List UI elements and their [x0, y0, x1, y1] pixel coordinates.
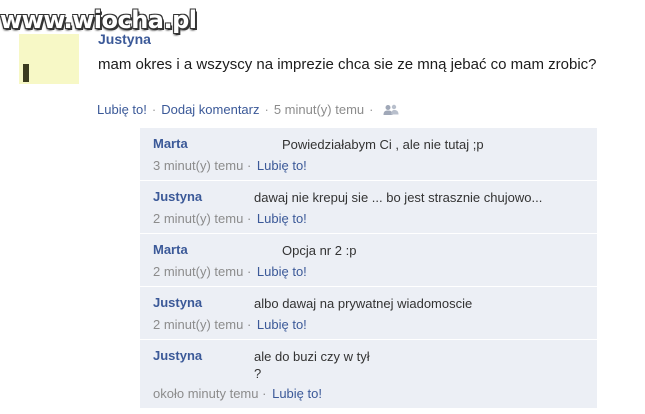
- separator: ·: [246, 158, 252, 173]
- comments-list: Marta Powiedziałabym Ci , ale nie tutaj …: [140, 128, 597, 408]
- people-icon[interactable]: [383, 104, 399, 116]
- comment-like-link[interactable]: Lubię to!: [272, 386, 322, 401]
- comment-like-link[interactable]: Lubię to!: [257, 264, 307, 279]
- add-comment-link[interactable]: Dodaj komentarz: [161, 102, 259, 117]
- comment-meta: 3 minut(y) temu · Lubię to!: [153, 158, 307, 173]
- comment-author[interactable]: Marta: [153, 136, 188, 151]
- comment-like-link[interactable]: Lubię to!: [257, 158, 307, 173]
- comment-text: Opcja nr 2 :p: [282, 243, 357, 258]
- comment-author[interactable]: Marta: [153, 242, 188, 257]
- comment-timestamp[interactable]: 2 minut(y) temu: [153, 264, 243, 279]
- separator: ·: [369, 102, 374, 117]
- comment-like-link[interactable]: Lubię to!: [257, 317, 307, 332]
- avatar[interactable]: [19, 34, 79, 84]
- comment-timestamp[interactable]: 3 minut(y) temu: [153, 158, 243, 173]
- separator: ·: [246, 211, 252, 226]
- comment: Justyna albo dawaj na prywatnej wiadomos…: [140, 287, 597, 340]
- comment-author[interactable]: Justyna: [153, 348, 202, 363]
- comment: Marta Powiedziałabym Ci , ale nie tutaj …: [140, 128, 597, 181]
- comment-like-link[interactable]: Lubię to!: [257, 211, 307, 226]
- post-text: mam okres i a wszyscy na imprezie chca s…: [98, 56, 597, 73]
- comment-text: albo dawaj na prywatnej wiadomoscie: [254, 296, 473, 311]
- comment-meta: 2 minut(y) temu · Lubię to!: [153, 317, 307, 332]
- comment-meta: 2 minut(y) temu · Lubię to!: [153, 211, 307, 226]
- comment-author[interactable]: Justyna: [153, 295, 202, 310]
- comment-text: ale do buzi czy w tył ?: [254, 349, 370, 381]
- comment-meta: 2 minut(y) temu · Lubię to!: [153, 264, 307, 279]
- comment: Justyna ale do buzi czy w tył ? około mi…: [140, 340, 597, 408]
- separator: ·: [264, 102, 269, 117]
- post-like-link[interactable]: Lubię to!: [97, 102, 147, 117]
- post-timestamp[interactable]: 5 minut(y) temu: [274, 102, 364, 117]
- separator: ·: [246, 317, 252, 332]
- comment-timestamp[interactable]: około minuty temu: [153, 386, 259, 401]
- watermark-logo: www.wiocha.pl: [0, 6, 197, 34]
- comment-meta: około minuty temu · Lubię to!: [153, 386, 322, 401]
- comment-text: Powiedziałabym Ci , ale nie tutaj ;p: [282, 137, 484, 152]
- comment-timestamp[interactable]: 2 minut(y) temu: [153, 317, 243, 332]
- comment-timestamp[interactable]: 2 minut(y) temu: [153, 211, 243, 226]
- avatar-mark: [23, 64, 29, 82]
- comment-text: dawaj nie krepuj sie ... bo jest straszn…: [254, 190, 543, 205]
- post-meta: Lubię to! · Dodaj komentarz · 5 minut(y)…: [97, 102, 399, 117]
- comment: Marta Opcja nr 2 :p 2 minut(y) temu · Lu…: [140, 234, 597, 287]
- separator: ·: [262, 386, 267, 401]
- comment: Justyna dawaj nie krepuj sie ... bo jest…: [140, 181, 597, 234]
- comment-author[interactable]: Justyna: [153, 189, 202, 204]
- separator: ·: [246, 264, 252, 279]
- separator: ·: [151, 102, 157, 117]
